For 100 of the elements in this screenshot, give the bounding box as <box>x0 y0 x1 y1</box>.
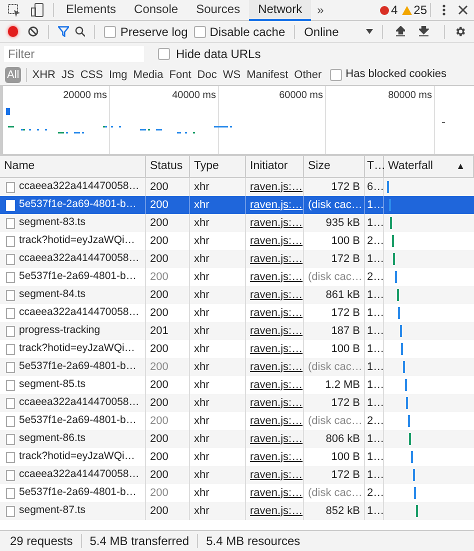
warning-count[interactable]: 25 <box>414 1 427 19</box>
initiator-link[interactable]: raven.js:… <box>250 484 303 502</box>
checkbox[interactable] <box>194 26 206 38</box>
request-row[interactable]: 5e537f1e-2a69-4801-b… 200 xhr raven.js:… (disk cac… 1… <box>0 358 474 376</box>
file-icon <box>6 362 15 372</box>
request-row[interactable]: ccaeea322a414470058… 200 xhr raven.js:… 172 B 6… <box>0 178 474 196</box>
request-time: 1… <box>367 288 384 303</box>
request-name: ccaeea322a414470058… <box>19 251 140 266</box>
inspect-icon[interactable] <box>8 4 21 16</box>
initiator-link[interactable]: raven.js:… <box>250 268 303 286</box>
checkbox[interactable] <box>330 68 342 80</box>
request-row[interactable]: segment-83.ts 200 xhr raven.js:… 935 kB 1… <box>0 214 474 232</box>
type-filter[interactable]: Font <box>167 66 194 82</box>
file-icon <box>6 308 15 318</box>
status-code: 200 <box>150 504 168 519</box>
column-header[interactable]: Size <box>304 156 365 177</box>
type-filter[interactable]: WS <box>220 66 243 82</box>
status-text: 5.4 MB resources <box>206 533 300 550</box>
request-time: 1… <box>367 252 384 267</box>
search-icon[interactable] <box>75 26 86 37</box>
settings-icon[interactable] <box>454 25 466 38</box>
initiator-link[interactable]: raven.js:… <box>250 358 303 376</box>
file-icon <box>6 416 15 426</box>
request-row[interactable]: segment-86.ts 200 xhr raven.js:… 806 kB 1… <box>0 430 474 448</box>
request-time: 2… <box>367 414 384 429</box>
error-count[interactable]: 4 <box>390 1 398 19</box>
column-header[interactable]: Waterfall ▲ <box>384 156 474 177</box>
more-tabs-button[interactable]: » <box>311 1 330 19</box>
initiator-link[interactable]: raven.js:… <box>250 178 303 196</box>
request-row[interactable]: segment-87.ts 200 xhr raven.js:… 852 kB 1… <box>0 502 474 520</box>
checkbox-label: Hide data URLs <box>176 46 261 62</box>
initiator-link[interactable]: raven.js:… <box>250 340 303 358</box>
request-row[interactable]: progress-tracking 201 xhr raven.js:… 187 B 1… <box>0 322 474 340</box>
upload-icon[interactable] <box>396 26 406 37</box>
clear-icon[interactable] <box>28 26 39 37</box>
type-filter[interactable]: CSS <box>78 66 105 82</box>
panel-tab[interactable]: Network <box>249 0 312 20</box>
request-time: 1… <box>367 198 384 213</box>
file-icon <box>6 254 15 264</box>
request-row[interactable]: ccaeea322a414470058… 200 xhr raven.js:… 172 B 1… <box>0 394 474 412</box>
download-icon[interactable] <box>419 26 429 37</box>
request-time: 1… <box>367 378 384 393</box>
initiator-link[interactable]: raven.js:… <box>250 232 303 250</box>
panel-tab[interactable]: Elements <box>57 0 126 20</box>
request-type: xhr <box>194 504 210 519</box>
device-icon[interactable] <box>31 3 44 17</box>
type-filter[interactable]: JS <box>59 66 76 82</box>
request-type: xhr <box>194 180 210 195</box>
request-name: segment-83.ts <box>19 215 86 230</box>
column-header[interactable]: Status <box>146 156 190 177</box>
type-filter[interactable]: XHR <box>30 66 58 82</box>
initiator-link[interactable]: raven.js:… <box>250 196 303 214</box>
close-icon[interactable] <box>458 5 468 15</box>
initiator-link[interactable]: raven.js:… <box>250 412 303 430</box>
request-size: 100 B <box>331 450 360 465</box>
file-icon <box>6 326 15 336</box>
column-header[interactable]: Initiator <box>246 156 304 177</box>
checkbox[interactable] <box>158 48 170 60</box>
file-icon <box>6 434 15 444</box>
initiator-link[interactable]: raven.js:… <box>250 376 303 394</box>
request-row[interactable]: ccaeea322a414470058… 200 xhr raven.js:… 172 B 1… <box>0 466 474 484</box>
initiator-link[interactable]: raven.js:… <box>250 466 303 484</box>
type-filter[interactable]: Img <box>106 66 130 82</box>
menu-icon[interactable] <box>442 4 446 16</box>
request-type: xhr <box>194 486 210 501</box>
initiator-link[interactable]: raven.js:… <box>250 250 303 268</box>
throttling-dropdown[interactable]: Online <box>304 22 373 40</box>
column-header[interactable]: Type <box>190 156 246 177</box>
initiator-link[interactable]: raven.js:… <box>250 322 303 340</box>
column-header[interactable]: T… <box>365 156 384 177</box>
checkbox[interactable] <box>104 26 116 38</box>
initiator-link[interactable]: raven.js:… <box>250 304 303 322</box>
initiator-link[interactable]: raven.js:… <box>250 502 303 520</box>
type-filter[interactable]: Manifest <box>244 66 290 82</box>
type-filter[interactable]: Media <box>131 66 166 82</box>
filter-icon[interactable] <box>58 26 70 37</box>
request-row[interactable]: segment-84.ts 200 xhr raven.js:… 861 kB 1… <box>0 286 474 304</box>
file-icon <box>6 182 15 192</box>
request-name: ccaeea322a414470058… <box>19 467 140 482</box>
record-button[interactable] <box>8 26 18 37</box>
filter-field[interactable]: Filter <box>4 46 144 62</box>
column-header[interactable]: Name <box>0 156 146 177</box>
request-time: 2… <box>367 270 384 285</box>
request-row[interactable]: ccaeea322a414470058… 200 xhr raven.js:… 172 B 1… <box>0 250 474 268</box>
initiator-link[interactable]: raven.js:… <box>250 430 303 448</box>
request-type: xhr <box>194 198 210 213</box>
type-filter[interactable]: Doc <box>195 66 219 82</box>
type-filter[interactable]: Other <box>292 66 324 82</box>
panel-tab[interactable]: Sources <box>187 0 250 20</box>
status-text: 29 requests <box>10 533 73 550</box>
status-code: 200 <box>150 432 168 447</box>
initiator-link[interactable]: raven.js:… <box>250 394 303 412</box>
request-size: 935 kB <box>326 216 360 231</box>
initiator-link[interactable]: raven.js:… <box>250 214 303 232</box>
initiator-link[interactable]: raven.js:… <box>250 286 303 304</box>
initiator-link[interactable]: raven.js:… <box>250 448 303 466</box>
request-row[interactable]: 5e537f1e-2a69-4801-b… 200 xhr raven.js:… (disk cac… 1… <box>0 196 474 214</box>
request-size: 172 B <box>331 180 360 195</box>
panel-tab[interactable]: Console <box>125 0 188 20</box>
checkbox-label: Has blocked cookies <box>346 67 447 82</box>
